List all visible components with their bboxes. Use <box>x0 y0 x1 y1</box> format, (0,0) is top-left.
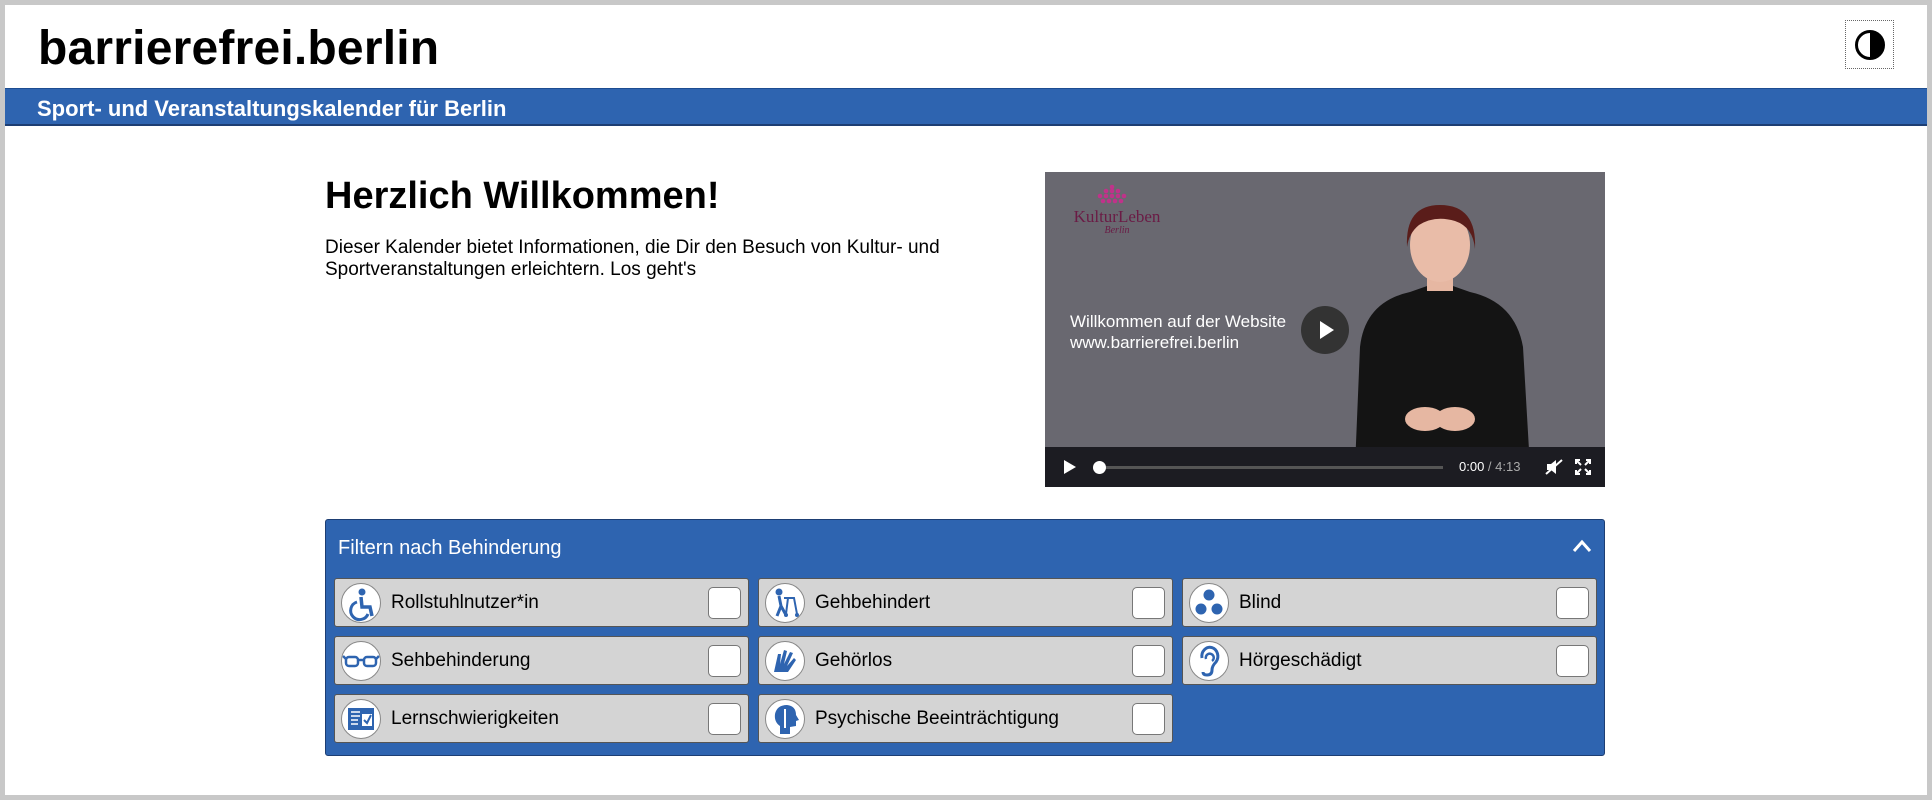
filter-item-hoergeschaedigt[interactable]: Hörgeschädigt <box>1182 636 1597 685</box>
wheelchair-icon <box>341 583 381 623</box>
glasses-icon <box>341 641 381 681</box>
filter-checkbox[interactable] <box>1556 587 1589 619</box>
filter-label: Blind <box>1239 592 1282 613</box>
filter-item-sehbehinderung[interactable]: Sehbehinderung <box>334 636 749 685</box>
contrast-toggle-button[interactable] <box>1845 20 1894 69</box>
video-caption: Willkommen auf der Website www.barrieref… <box>1070 311 1286 353</box>
video-logo-subtext: Berlin <box>1104 225 1130 236</box>
video-progress-knob[interactable] <box>1093 461 1106 474</box>
sign-language-icon <box>765 641 805 681</box>
filter-item-lernschwierigkeiten[interactable]: Lernschwierigkeiten <box>334 694 749 743</box>
mute-icon[interactable] <box>1545 459 1563 475</box>
video-duration: 4:13 <box>1495 459 1521 474</box>
video-controls: 0:00 / 4:13 <box>1045 447 1605 487</box>
filter-checkbox[interactable] <box>708 587 741 619</box>
filter-label: Gehörlos <box>815 650 893 671</box>
easy-read-icon <box>341 699 381 739</box>
video-caption-line2: www.barrierefrei.berlin <box>1070 333 1240 352</box>
filter-label: Psychische Beeinträchtigung <box>815 708 1059 729</box>
play-icon[interactable] <box>1064 460 1076 474</box>
filter-item-gehbehindert[interactable]: Gehbehindert <box>758 578 1173 627</box>
filter-checkbox[interactable] <box>708 703 741 735</box>
filter-checkbox[interactable] <box>1556 645 1589 677</box>
site-title[interactable]: barrierefrei.berlin <box>38 21 439 76</box>
filter-checkbox[interactable] <box>708 645 741 677</box>
video-play-overlay-button[interactable] <box>1301 306 1349 354</box>
filter-header-toggle[interactable]: Filtern nach Behinderung <box>326 520 1606 574</box>
kulturleben-logo-icon <box>1097 184 1127 204</box>
video-player[interactable]: KulturLeben Berlin Willkommen auf der We… <box>1045 172 1605 487</box>
subtitle-bar: Sport- und Veranstaltungskalender für Be… <box>5 88 1927 126</box>
welcome-heading: Herzlich Willkommen! <box>325 175 720 217</box>
filter-label: Hörgeschädigt <box>1239 650 1362 671</box>
video-caption-line1: Willkommen auf der Website <box>1070 312 1287 331</box>
filter-label: Lernschwierigkeiten <box>391 708 559 729</box>
disability-filter-panel: Filtern nach Behinderung Rollstuhlnutzer… <box>325 519 1605 756</box>
chevron-up-icon <box>1572 539 1592 552</box>
filter-item-blind[interactable]: Blind <box>1182 578 1597 627</box>
braille-icon <box>1189 583 1229 623</box>
site-subtitle: Sport- und Veranstaltungskalender für Be… <box>37 96 507 121</box>
head-profile-icon <box>765 699 805 739</box>
filter-checkbox[interactable] <box>1132 587 1165 619</box>
welcome-text: Dieser Kalender bietet Informationen, di… <box>325 237 940 280</box>
contrast-icon <box>1854 29 1885 60</box>
video-progress-bar[interactable] <box>1093 461 1443 474</box>
video-time-separator: / <box>1484 459 1496 474</box>
video-time: 0:00 / 4:13 <box>1459 459 1520 474</box>
filter-label: Rollstuhlnutzer*in <box>391 592 539 613</box>
walker-icon <box>765 583 805 623</box>
video-logo-text: KulturLeben <box>1073 207 1161 226</box>
filter-checkbox[interactable] <box>1132 703 1165 735</box>
page: barrierefrei.berlin Sport- und Veranstal… <box>5 5 1927 795</box>
filter-item-gehoerlos[interactable]: Gehörlos <box>758 636 1173 685</box>
video-current-time: 0:00 <box>1459 459 1485 474</box>
filter-item-psychische[interactable]: Psychische Beeinträchtigung <box>758 694 1173 743</box>
sign-language-interpreter-image <box>1355 205 1530 467</box>
filter-item-rollstuhl[interactable]: Rollstuhlnutzer*in <box>334 578 749 627</box>
filter-label: Gehbehindert <box>815 592 931 613</box>
filter-label: Sehbehinderung <box>391 650 531 671</box>
filter-title: Filtern nach Behinderung <box>338 537 562 559</box>
site-header: barrierefrei.berlin <box>5 5 1927 88</box>
filter-checkbox[interactable] <box>1132 645 1165 677</box>
fullscreen-icon[interactable] <box>1575 459 1591 475</box>
ear-icon <box>1189 641 1229 681</box>
